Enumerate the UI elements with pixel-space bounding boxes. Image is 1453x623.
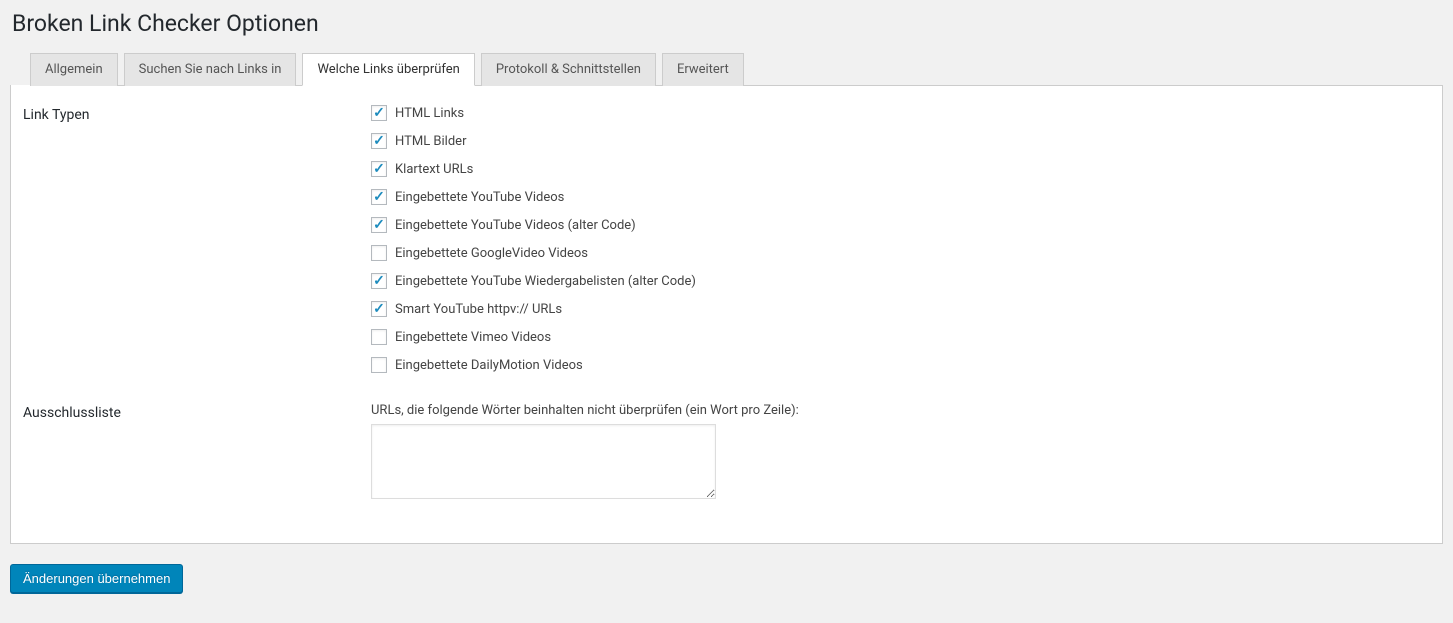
checkbox-plaintext-urls[interactable] (371, 161, 387, 177)
checkbox-row-vimeo: Eingebettete Vimeo Videos (371, 329, 1432, 345)
tab-protocol[interactable]: Protokoll & Schnittstellen (481, 53, 656, 86)
checkbox-row-googlevideo: Eingebettete GoogleVideo Videos (371, 245, 1432, 261)
checkbox-label-vimeo[interactable]: Eingebettete Vimeo Videos (395, 330, 551, 345)
checkbox-row-html-links: HTML Links (371, 105, 1432, 121)
checkbox-label-youtube-embed[interactable]: Eingebettete YouTube Videos (395, 190, 564, 205)
exclusion-textarea[interactable] (371, 424, 716, 499)
tab-which[interactable]: Welche Links überprüfen (302, 53, 474, 86)
checkbox-label-dailymotion[interactable]: Eingebettete DailyMotion Videos (395, 358, 583, 373)
checkbox-label-googlevideo[interactable]: Eingebettete GoogleVideo Videos (395, 246, 588, 261)
checkbox-youtube-playlists-old[interactable] (371, 273, 387, 289)
checkbox-youtube-embed[interactable] (371, 189, 387, 205)
checkbox-html-links[interactable] (371, 105, 387, 121)
section-heading-link-types: Link Typen (11, 105, 371, 373)
save-button[interactable]: Änderungen übernehmen (10, 564, 183, 593)
checkbox-label-youtube-embed-old[interactable]: Eingebettete YouTube Videos (alter Code) (395, 218, 636, 233)
checkbox-vimeo[interactable] (371, 329, 387, 345)
tab-panel-which-links: Link Typen HTML Links HTML Bilder Klartext… (10, 85, 1443, 544)
checkbox-smart-youtube[interactable] (371, 301, 387, 317)
tabs-nav: AllgemeinSuchen Sie nach Links inWelche … (30, 52, 1443, 86)
checkbox-label-html-images[interactable]: HTML Bilder (395, 134, 466, 149)
checkbox-label-smart-youtube[interactable]: Smart YouTube httpv:// URLs (395, 302, 562, 317)
section-heading-exclusion: Ausschlussliste (11, 403, 371, 503)
checkbox-row-plaintext-urls: Klartext URLs (371, 161, 1432, 177)
checkbox-label-youtube-playlists-old[interactable]: Eingebettete YouTube Wiedergabelisten (a… (395, 274, 696, 289)
tab-lookfor[interactable]: Suchen Sie nach Links in (124, 53, 297, 86)
checkbox-row-youtube-embed-old: Eingebettete YouTube Videos (alter Code) (371, 217, 1432, 233)
exclusion-description: URLs, die folgende Wörter beinhalten nic… (371, 403, 1432, 418)
checkbox-html-images[interactable] (371, 133, 387, 149)
checkbox-row-html-images: HTML Bilder (371, 133, 1432, 149)
checkbox-row-youtube-embed: Eingebettete YouTube Videos (371, 189, 1432, 205)
page-title: Broken Link Checker Optionen (10, 0, 1443, 52)
checkbox-row-smart-youtube: Smart YouTube httpv:// URLs (371, 301, 1432, 317)
tab-advanced[interactable]: Erweitert (662, 53, 744, 86)
checkbox-row-dailymotion: Eingebettete DailyMotion Videos (371, 357, 1432, 373)
link-types-list: HTML Links HTML Bilder Klartext URLs Eingeb… (371, 105, 1432, 373)
checkbox-label-plaintext-urls[interactable]: Klartext URLs (395, 162, 473, 177)
checkbox-dailymotion[interactable] (371, 357, 387, 373)
checkbox-label-html-links[interactable]: HTML Links (395, 106, 464, 121)
tab-general[interactable]: Allgemein (30, 53, 118, 86)
checkbox-youtube-embed-old[interactable] (371, 217, 387, 233)
checkbox-googlevideo[interactable] (371, 245, 387, 261)
checkbox-row-youtube-playlists-old: Eingebettete YouTube Wiedergabelisten (a… (371, 273, 1432, 289)
